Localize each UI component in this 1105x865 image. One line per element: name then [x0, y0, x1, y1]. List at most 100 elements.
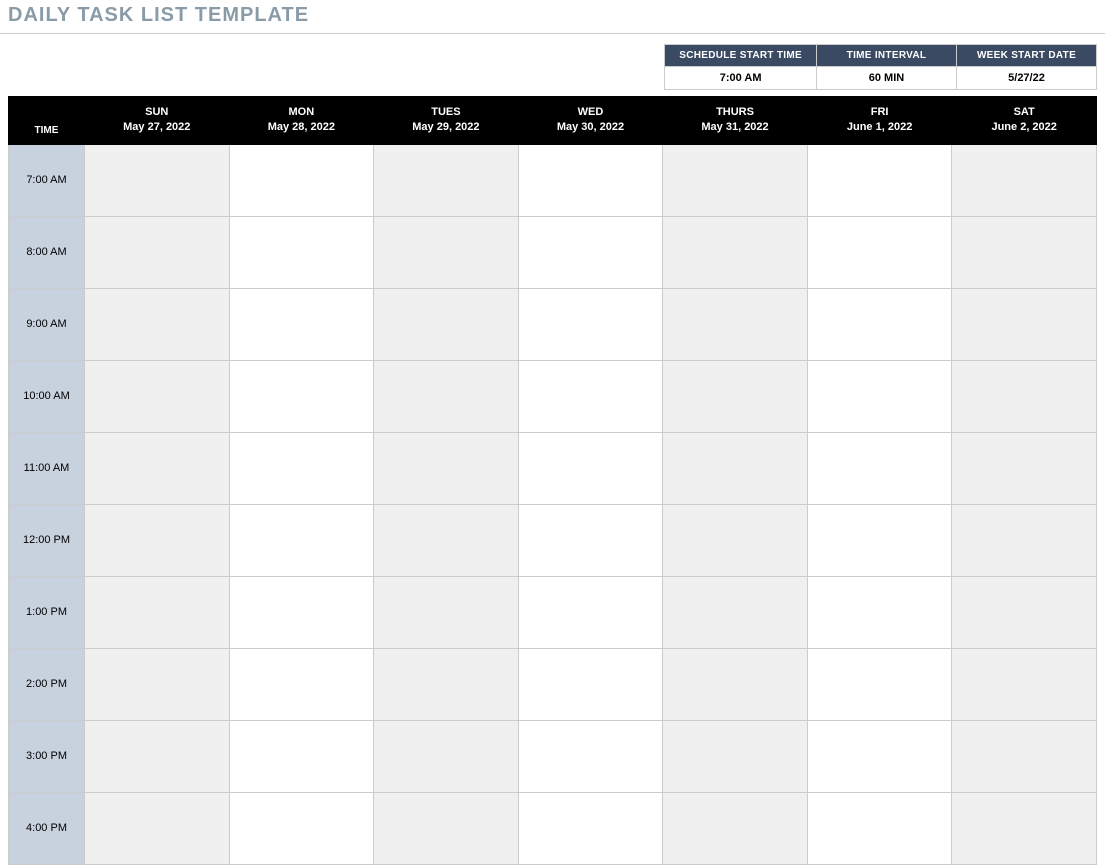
schedule-header-row: TIME SUNMay 27, 2022MONMay 28, 2022TUESM…: [9, 97, 1097, 145]
day-name: SAT: [958, 105, 1090, 120]
schedule-cell[interactable]: [85, 288, 230, 360]
schedule-cell[interactable]: [374, 720, 519, 792]
schedule-cell[interactable]: [229, 504, 374, 576]
schedule-cell[interactable]: [229, 720, 374, 792]
schedule-cell[interactable]: [374, 648, 519, 720]
settings-header-week-start: WEEK START DATE: [957, 45, 1097, 67]
time-cell: 10:00 AM: [9, 360, 85, 432]
schedule-cell[interactable]: [663, 720, 808, 792]
schedule-cell[interactable]: [807, 360, 952, 432]
schedule-body: 7:00 AM8:00 AM9:00 AM10:00 AM11:00 AM12:…: [9, 144, 1097, 864]
schedule-cell[interactable]: [952, 360, 1097, 432]
schedule-cell[interactable]: [85, 216, 230, 288]
schedule-cell[interactable]: [85, 432, 230, 504]
schedule-table: TIME SUNMay 27, 2022MONMay 28, 2022TUESM…: [8, 96, 1097, 865]
schedule-cell[interactable]: [663, 576, 808, 648]
schedule-cell[interactable]: [85, 144, 230, 216]
schedule-cell[interactable]: [374, 792, 519, 864]
day-date: June 1, 2022: [814, 120, 946, 135]
schedule-cell[interactable]: [518, 504, 663, 576]
schedule-cell[interactable]: [807, 432, 952, 504]
schedule-cell[interactable]: [229, 360, 374, 432]
day-date: May 27, 2022: [91, 120, 223, 135]
schedule-cell[interactable]: [85, 792, 230, 864]
schedule-cell[interactable]: [952, 792, 1097, 864]
schedule-cell[interactable]: [952, 576, 1097, 648]
schedule-cell[interactable]: [518, 792, 663, 864]
schedule-cell[interactable]: [807, 648, 952, 720]
time-cell: 11:00 AM: [9, 432, 85, 504]
schedule-cell[interactable]: [229, 792, 374, 864]
schedule-cell[interactable]: [663, 144, 808, 216]
schedule-cell[interactable]: [952, 720, 1097, 792]
schedule-cell[interactable]: [229, 144, 374, 216]
schedule-cell[interactable]: [518, 144, 663, 216]
page-title: DAILY TASK LIST TEMPLATE: [0, 0, 1105, 34]
time-cell: 2:00 PM: [9, 648, 85, 720]
schedule-cell[interactable]: [229, 432, 374, 504]
time-cell: 4:00 PM: [9, 792, 85, 864]
schedule-cell[interactable]: [952, 648, 1097, 720]
schedule-cell[interactable]: [807, 216, 952, 288]
schedule-cell[interactable]: [85, 720, 230, 792]
schedule-cell[interactable]: [374, 288, 519, 360]
schedule-cell[interactable]: [518, 432, 663, 504]
schedule-row: 11:00 AM: [9, 432, 1097, 504]
schedule-row: 4:00 PM: [9, 792, 1097, 864]
schedule-cell[interactable]: [85, 576, 230, 648]
day-date: May 29, 2022: [380, 120, 512, 135]
schedule-cell[interactable]: [518, 720, 663, 792]
day-date: May 30, 2022: [525, 120, 657, 135]
schedule-cell[interactable]: [518, 576, 663, 648]
schedule-cell[interactable]: [807, 576, 952, 648]
schedule-row: 7:00 AM: [9, 144, 1097, 216]
settings-value-week-start[interactable]: 5/27/22: [957, 67, 1097, 90]
schedule-cell[interactable]: [807, 144, 952, 216]
schedule-cell[interactable]: [952, 432, 1097, 504]
time-cell: 7:00 AM: [9, 144, 85, 216]
settings-value-interval[interactable]: 60 MIN: [817, 67, 957, 90]
schedule-cell[interactable]: [229, 216, 374, 288]
schedule-cell[interactable]: [229, 576, 374, 648]
time-column-header: TIME: [9, 97, 85, 145]
schedule-cell[interactable]: [807, 792, 952, 864]
schedule-cell[interactable]: [229, 648, 374, 720]
day-name: SUN: [91, 105, 223, 120]
schedule-cell[interactable]: [663, 648, 808, 720]
schedule-cell[interactable]: [952, 144, 1097, 216]
schedule-cell[interactable]: [85, 360, 230, 432]
schedule-cell[interactable]: [518, 648, 663, 720]
schedule-cell[interactable]: [807, 504, 952, 576]
schedule-cell[interactable]: [807, 288, 952, 360]
schedule-cell[interactable]: [663, 432, 808, 504]
schedule-cell[interactable]: [663, 792, 808, 864]
day-date: May 31, 2022: [669, 120, 801, 135]
schedule-cell[interactable]: [374, 360, 519, 432]
schedule-cell[interactable]: [663, 216, 808, 288]
schedule-cell[interactable]: [663, 360, 808, 432]
schedule-cell[interactable]: [374, 216, 519, 288]
schedule-cell[interactable]: [518, 216, 663, 288]
settings-header-start-time: SCHEDULE START TIME: [665, 45, 817, 67]
schedule-cell[interactable]: [807, 720, 952, 792]
settings-value-start-time[interactable]: 7:00 AM: [665, 67, 817, 90]
schedule-cell[interactable]: [663, 288, 808, 360]
schedule-cell[interactable]: [663, 504, 808, 576]
day-header: SUNMay 27, 2022: [85, 97, 230, 145]
schedule-cell[interactable]: [518, 288, 663, 360]
schedule-cell[interactable]: [229, 288, 374, 360]
schedule-cell[interactable]: [952, 288, 1097, 360]
schedule-cell[interactable]: [952, 504, 1097, 576]
schedule-cell[interactable]: [374, 432, 519, 504]
schedule-cell[interactable]: [952, 216, 1097, 288]
day-header: SATJune 2, 2022: [952, 97, 1097, 145]
schedule-cell[interactable]: [374, 576, 519, 648]
schedule-cell[interactable]: [85, 648, 230, 720]
schedule-cell[interactable]: [85, 504, 230, 576]
schedule-cell[interactable]: [374, 504, 519, 576]
schedule-cell[interactable]: [518, 360, 663, 432]
schedule-row: 12:00 PM: [9, 504, 1097, 576]
schedule-cell[interactable]: [374, 144, 519, 216]
day-header: FRIJune 1, 2022: [807, 97, 952, 145]
day-date: June 2, 2022: [958, 120, 1090, 135]
